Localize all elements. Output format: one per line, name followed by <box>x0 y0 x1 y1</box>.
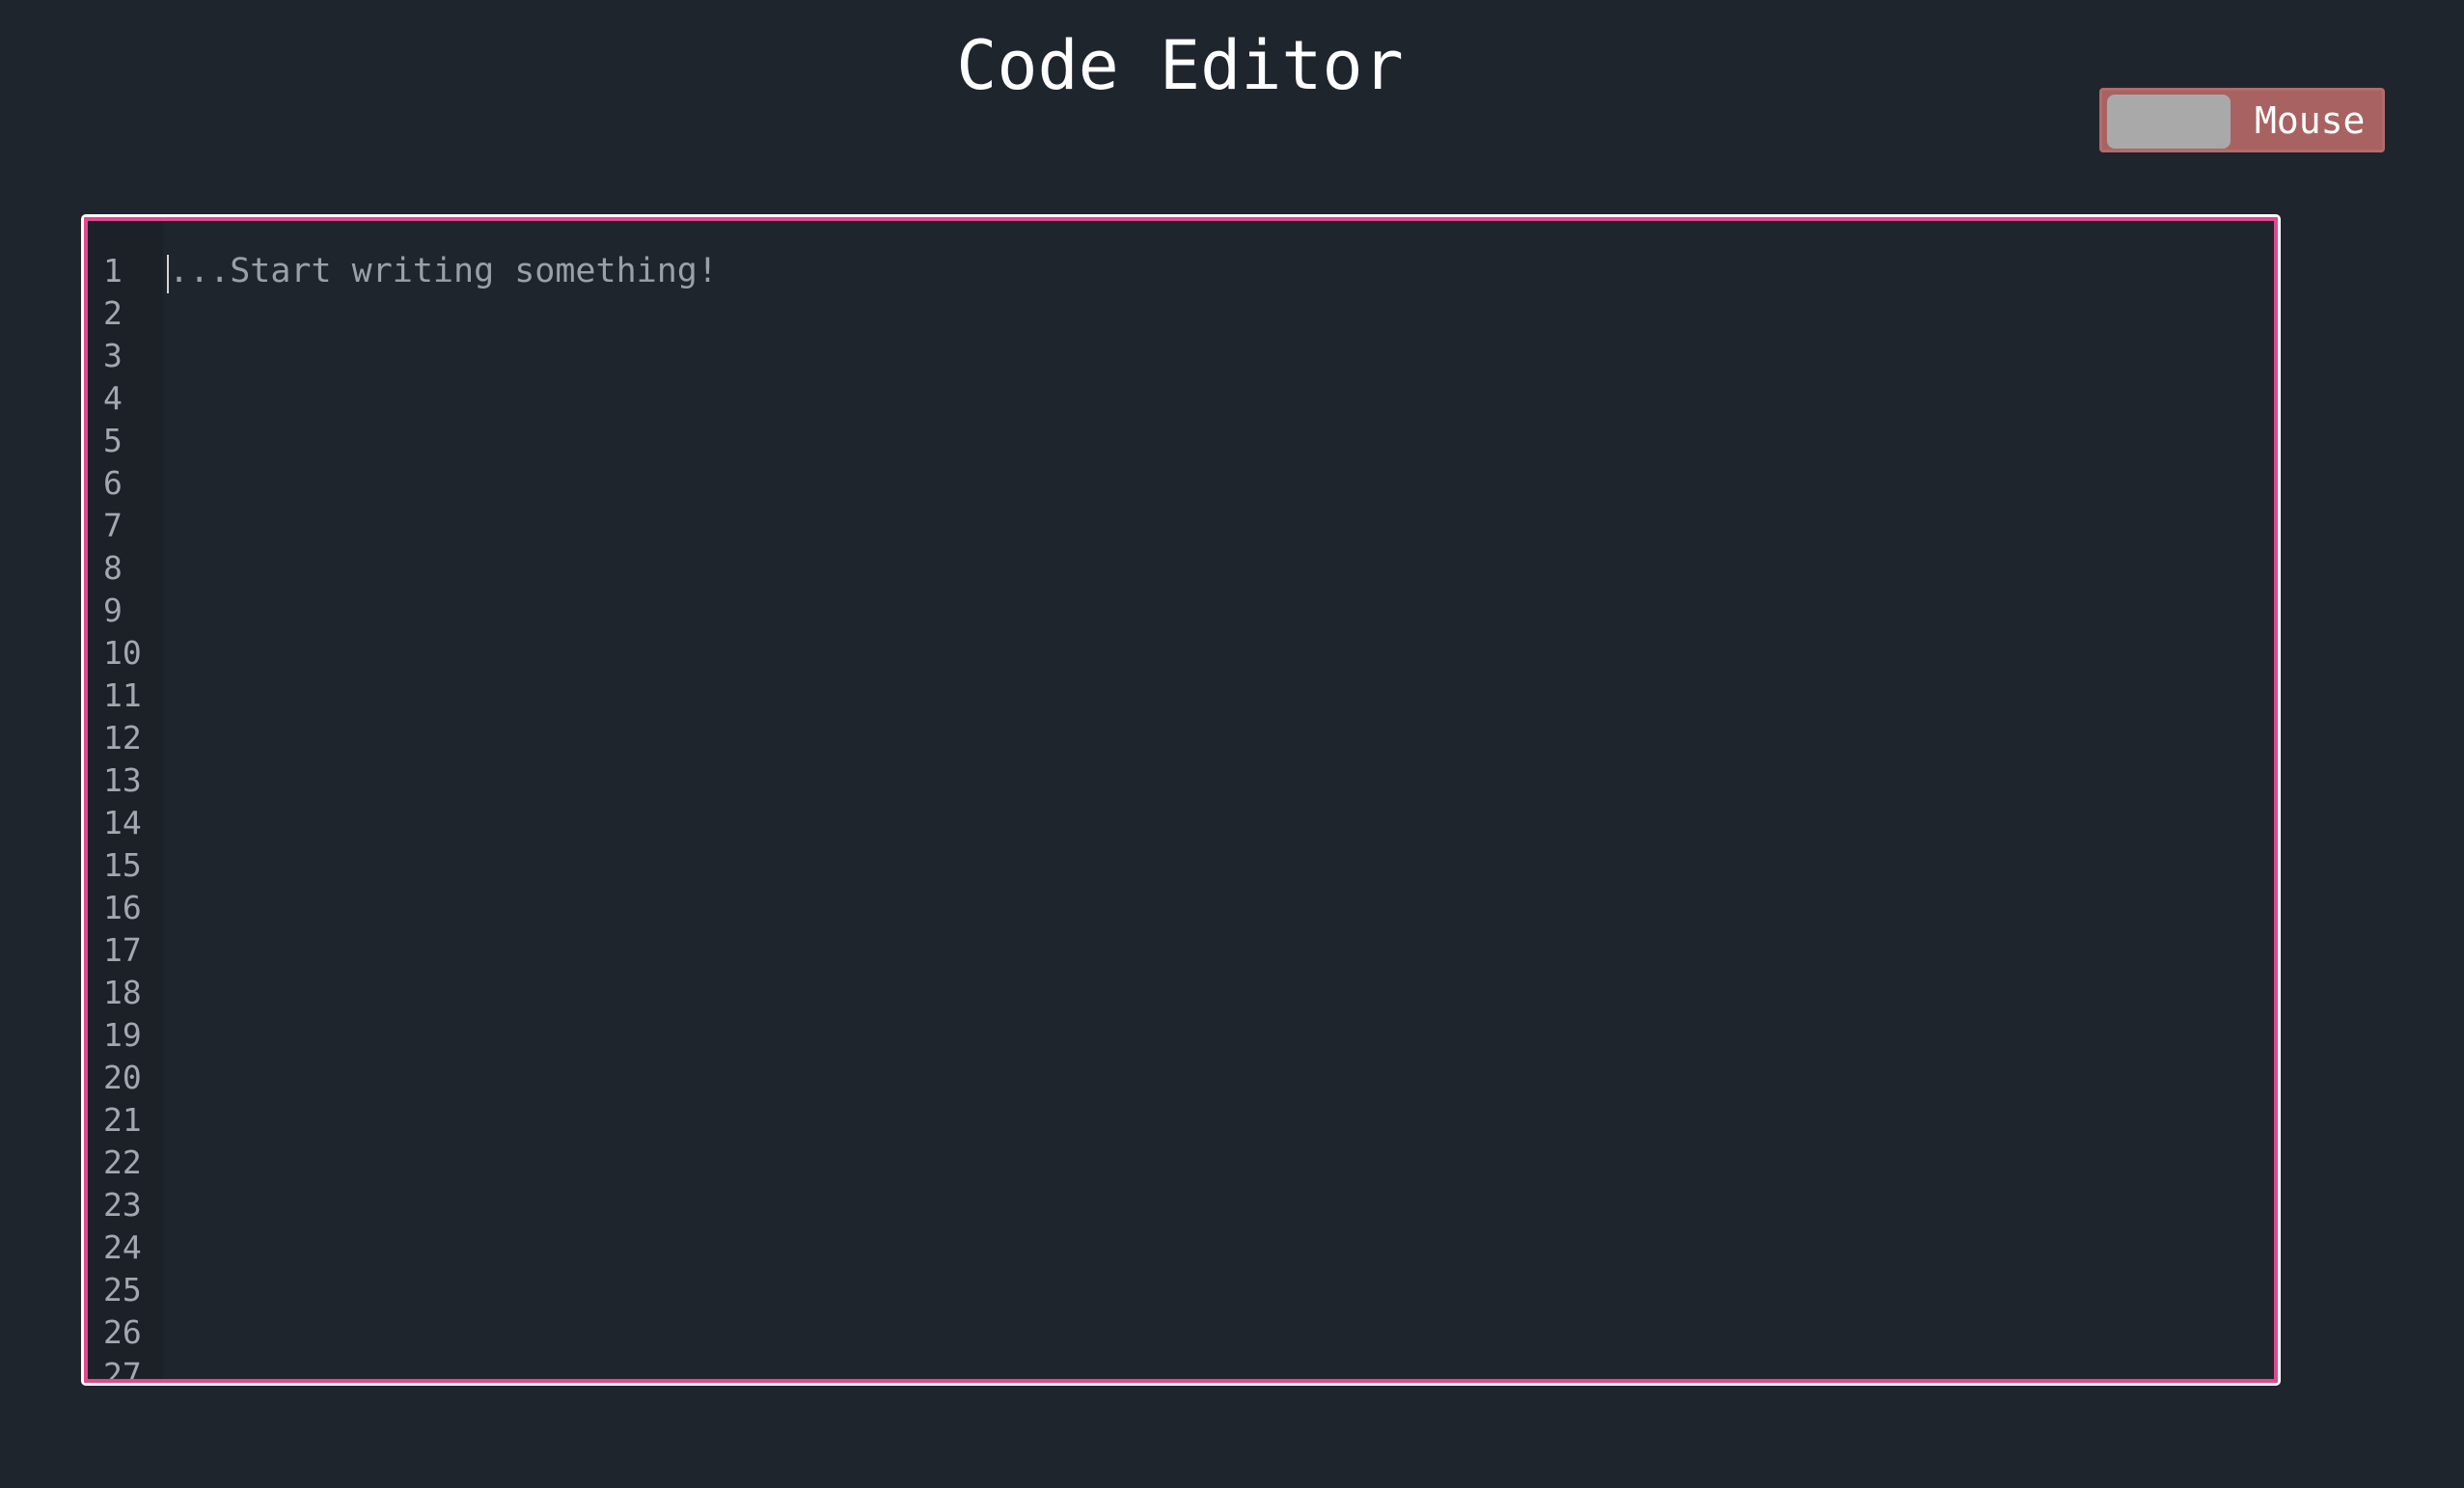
editor-placeholder: ...Start writing something! <box>169 252 718 290</box>
toggle-label: Mouse <box>2255 99 2366 142</box>
line-number: 27 <box>103 1356 142 1383</box>
line-number: 23 <box>103 1186 142 1224</box>
toggle-knob[interactable] <box>2107 95 2231 149</box>
page: Code Editor Mouse 1 2 3 4 5 6 7 8 9 10 11 12 13 14 15 1… <box>0 0 2464 1488</box>
line-number: 7 <box>103 507 123 544</box>
line-number: 24 <box>103 1228 142 1266</box>
line-number: 21 <box>103 1101 142 1139</box>
line-number: 18 <box>103 974 142 1011</box>
line-number: 15 <box>103 846 142 884</box>
line-number: 6 <box>103 464 123 502</box>
line-number: 3 <box>103 337 123 374</box>
line-number: 13 <box>103 761 142 799</box>
line-number: 1 <box>103 252 123 289</box>
line-number: 26 <box>103 1313 142 1351</box>
code-input[interactable]: ...Start writing something! <box>165 221 2274 1379</box>
line-number: 17 <box>103 931 142 969</box>
line-numbers: 1 2 3 4 5 6 7 8 9 10 11 12 13 14 15 16 17 18 19 20 21 22 23 24 2… <box>103 250 142 1383</box>
line-number: 19 <box>103 1016 142 1054</box>
line-number: 25 <box>103 1271 142 1309</box>
mouse-mode-toggle[interactable]: Mouse <box>2099 88 2385 152</box>
line-number: 11 <box>103 676 142 714</box>
line-number: 16 <box>103 889 142 926</box>
line-number: 14 <box>103 804 142 841</box>
line-number: 20 <box>103 1059 142 1096</box>
line-number: 8 <box>103 549 123 587</box>
line-number: 9 <box>103 592 123 629</box>
line-number: 2 <box>103 294 123 332</box>
editor-border: 1 2 3 4 5 6 7 8 9 10 11 12 13 14 15 16 17 18 19 20 21 22 23 24 2… <box>84 217 2278 1383</box>
line-number: 10 <box>103 634 142 672</box>
line-number: 4 <box>103 379 123 417</box>
page-title: Code Editor <box>956 26 1404 105</box>
code-editor: 1 2 3 4 5 6 7 8 9 10 11 12 13 14 15 16 17 18 19 20 21 22 23 24 2… <box>81 214 2281 1386</box>
line-number: 12 <box>103 719 142 757</box>
line-number: 5 <box>103 422 123 459</box>
line-number-gutter: 1 2 3 4 5 6 7 8 9 10 11 12 13 14 15 16 17 18 19 20 21 22 23 24 2… <box>88 221 163 1379</box>
line-number: 22 <box>103 1144 142 1181</box>
